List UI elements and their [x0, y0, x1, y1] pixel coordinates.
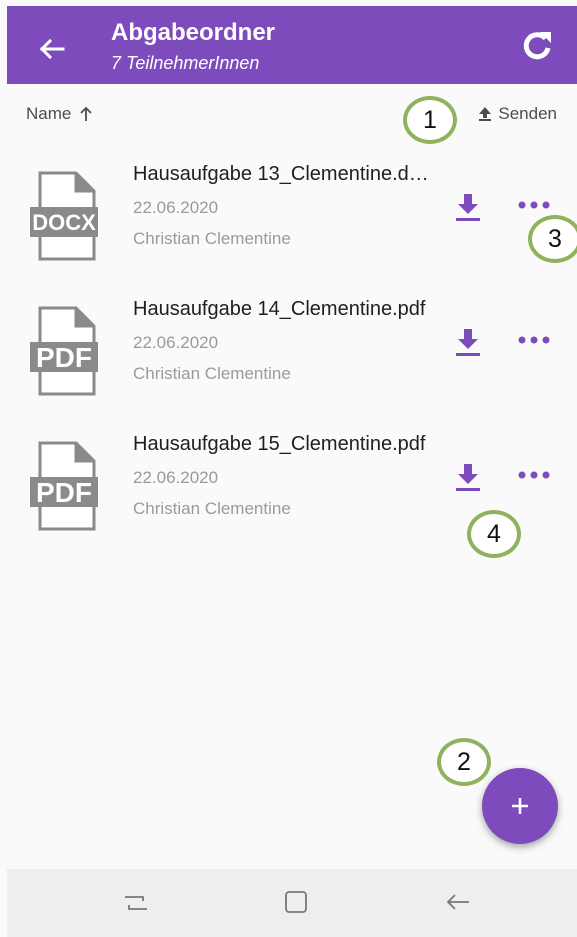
- upload-icon: [479, 107, 492, 121]
- file-author: Christian Clementine: [133, 499, 291, 518]
- download-button[interactable]: [452, 191, 484, 223]
- recent-apps-button[interactable]: [121, 887, 151, 917]
- recent-apps-icon: [125, 896, 147, 910]
- app-bar: Abgabeordner 7 TeilnehmerInnen: [7, 6, 577, 84]
- sort-by-name-button[interactable]: Name: [26, 104, 93, 124]
- docx-file-icon: DOCX: [28, 171, 100, 261]
- home-button[interactable]: [281, 887, 311, 917]
- system-back-button[interactable]: [443, 887, 473, 917]
- file-name: Hausaufgabe 13_Clementine.d…: [133, 163, 429, 185]
- file-name: Hausaufgabe 15_Clementine.pdf: [133, 433, 426, 455]
- send-button[interactable]: Senden: [478, 104, 557, 124]
- file-type-label: DOCX: [32, 210, 96, 235]
- system-nav-bar: [7, 869, 577, 937]
- back-button[interactable]: [33, 31, 69, 67]
- download-icon: [456, 194, 480, 221]
- file-date: 22.06.2020: [133, 468, 219, 487]
- callout-badge: 4: [467, 510, 521, 558]
- more-options-button[interactable]: [516, 330, 552, 350]
- more-options-button[interactable]: [516, 465, 552, 485]
- list-item[interactable]: PDF Hausaufgabe 14_Clementine.pdf 22.06.…: [0, 292, 577, 412]
- refresh-icon: [523, 32, 551, 60]
- back-arrow-icon: [446, 894, 469, 910]
- home-square-icon: [285, 891, 307, 913]
- pdf-file-icon: PDF: [28, 441, 100, 531]
- download-icon: [456, 464, 480, 491]
- callout-badge: 1: [403, 96, 457, 144]
- refresh-button[interactable]: [519, 28, 555, 64]
- sort-label: Name: [26, 104, 72, 123]
- download-button[interactable]: [452, 326, 484, 358]
- file-author: Christian Clementine: [133, 364, 291, 383]
- add-button[interactable]: [482, 768, 558, 844]
- more-horizontal-icon: [518, 201, 550, 209]
- download-button[interactable]: [452, 461, 484, 493]
- send-label: Senden: [498, 104, 557, 123]
- file-date: 22.06.2020: [133, 333, 219, 352]
- page-subtitle: 7 TeilnehmerInnen: [111, 53, 260, 73]
- download-icon: [456, 329, 480, 356]
- more-options-button[interactable]: [516, 195, 552, 215]
- page-title: Abgabeordner: [111, 19, 276, 46]
- list-toolbar: Name Senden: [0, 92, 577, 140]
- screen: Abgabeordner 7 TeilnehmerInnen Name Send…: [0, 0, 577, 937]
- file-date: 22.06.2020: [133, 198, 219, 217]
- arrow-left-icon: [39, 38, 65, 60]
- file-type-label: PDF: [36, 342, 92, 373]
- file-type-label: PDF: [36, 477, 92, 508]
- pdf-file-icon: PDF: [28, 306, 100, 396]
- callout-badge: 3: [528, 215, 577, 263]
- more-horizontal-icon: [518, 336, 550, 344]
- file-name: Hausaufgabe 14_Clementine.pdf: [133, 298, 426, 320]
- list-item[interactable]: DOCX Hausaufgabe 13_Clementine.d… 22.06.…: [0, 157, 577, 277]
- more-horizontal-icon: [518, 471, 550, 479]
- arrow-up-icon: [80, 106, 92, 121]
- file-author: Christian Clementine: [133, 229, 291, 248]
- plus-icon: [512, 798, 528, 814]
